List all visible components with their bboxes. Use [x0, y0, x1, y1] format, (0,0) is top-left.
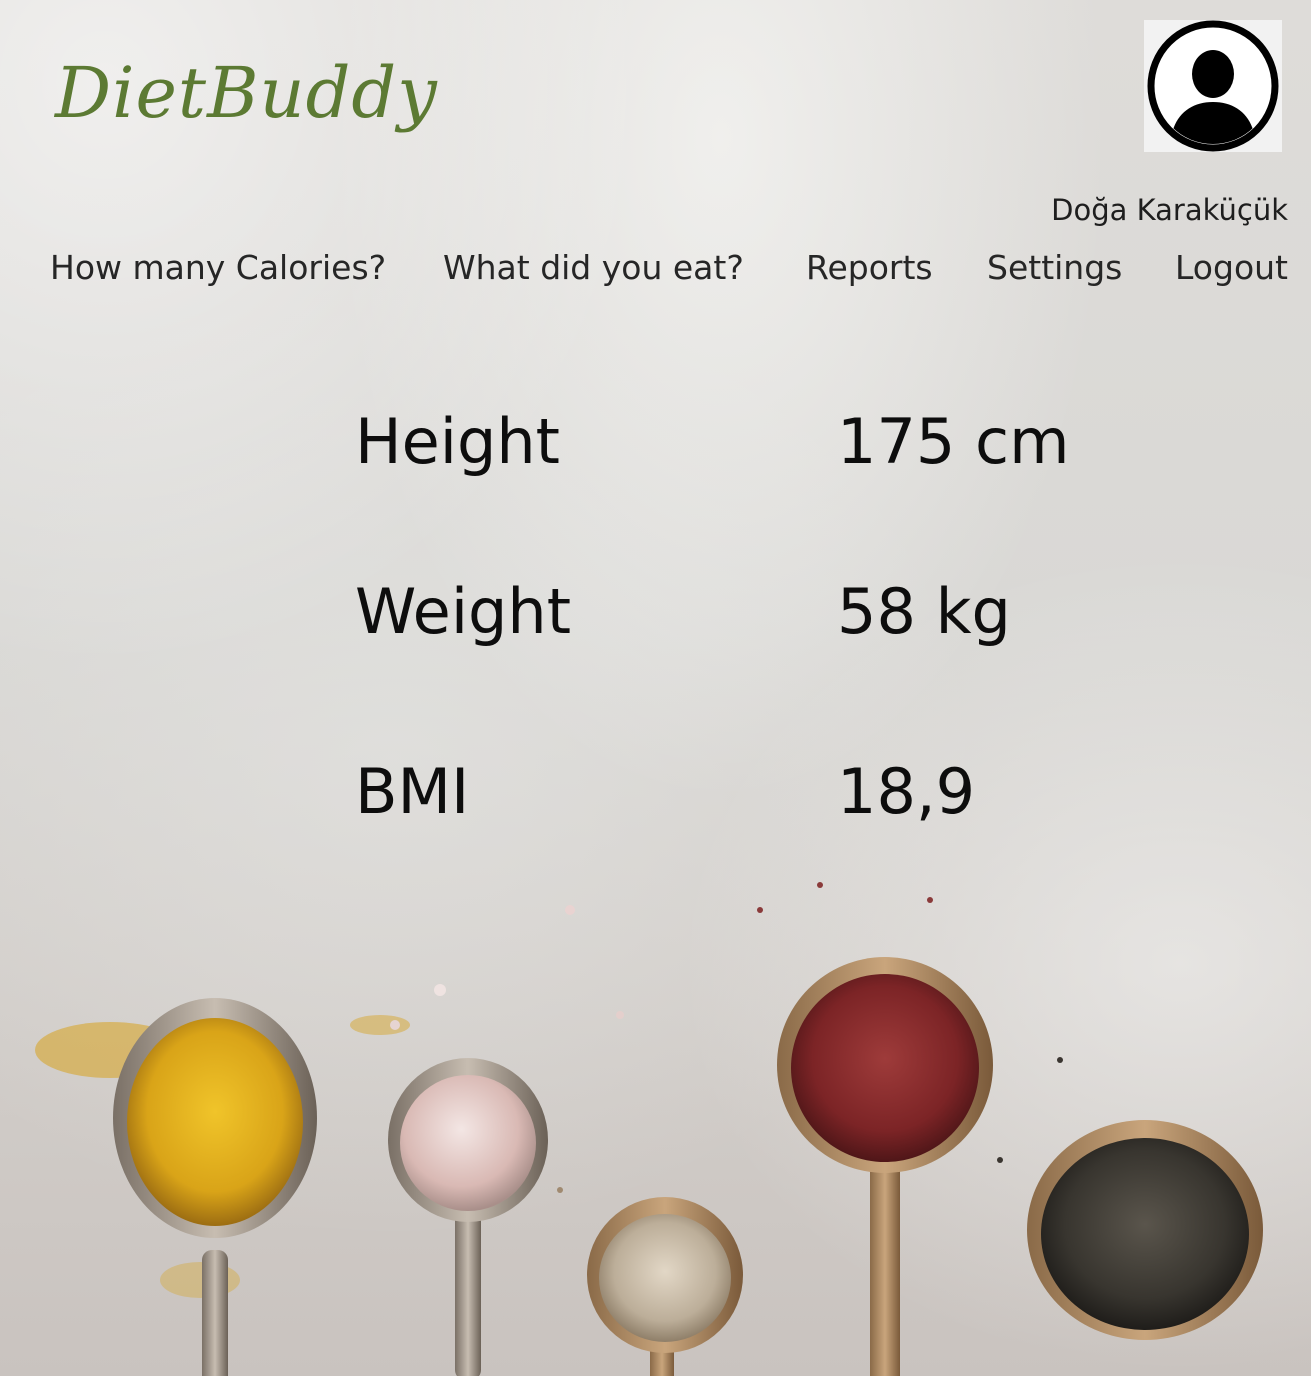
- stat-row-height: Height 175 cm: [355, 405, 1115, 485]
- stat-value: 58 kg: [837, 575, 1011, 648]
- stat-row-bmi: BMI 18,9: [355, 755, 1115, 835]
- nav-how-many-calories[interactable]: How many Calories?: [50, 248, 386, 287]
- stat-label: BMI: [355, 755, 470, 828]
- stat-row-weight: Weight 58 kg: [355, 575, 1115, 655]
- nav-logout[interactable]: Logout: [1175, 248, 1288, 287]
- stat-label: Height: [355, 405, 560, 478]
- nav-settings[interactable]: Settings: [987, 248, 1122, 287]
- stat-label: Weight: [355, 575, 572, 648]
- user-avatar[interactable]: [1144, 20, 1282, 152]
- dashboard-page: DietBuddy Doğa Karaküçük How many Calori…: [0, 0, 1311, 1376]
- nav-reports[interactable]: Reports: [806, 248, 933, 287]
- stat-value: 175 cm: [837, 405, 1070, 478]
- nav-what-did-you-eat[interactable]: What did you eat?: [443, 248, 744, 287]
- app-logo: DietBuddy: [55, 52, 438, 134]
- stat-value: 18,9: [837, 755, 976, 828]
- spices-in-spoons-image: [35, 882, 1263, 1376]
- user-name[interactable]: Doğa Karaküçük: [1051, 193, 1288, 227]
- user-avatar-icon: [1147, 20, 1279, 152]
